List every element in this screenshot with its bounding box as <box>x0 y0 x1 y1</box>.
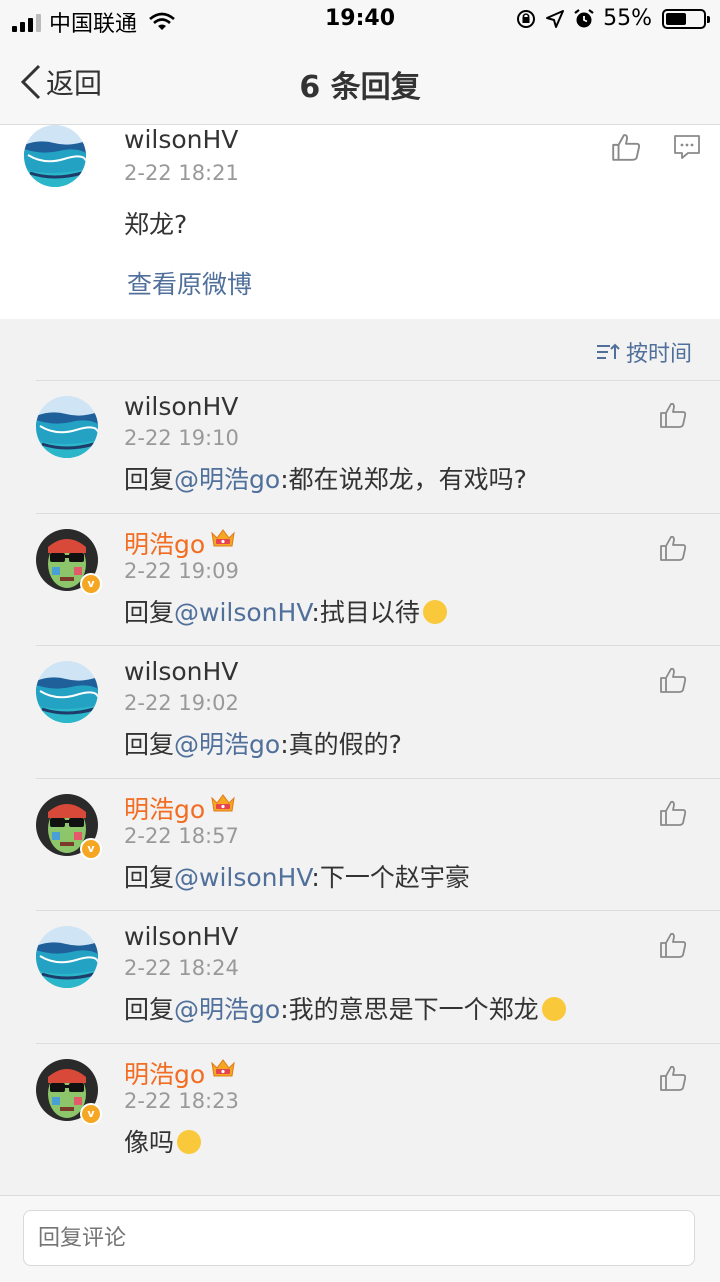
like-icon[interactable] <box>658 798 688 828</box>
verified-badge-icon: v <box>80 837 102 860</box>
mention-link[interactable]: @明浩go <box>174 730 280 759</box>
vip-crown-icon <box>210 792 236 814</box>
timestamp: 2-22 19:02 <box>124 691 239 715</box>
timestamp: 2-22 18:23 <box>124 1088 239 1113</box>
reply-body: 像吗 <box>124 1127 175 1157</box>
like-icon[interactable] <box>610 131 642 163</box>
timestamp: 2-22 18:57 <box>124 823 239 848</box>
reply-row: v 明浩go 2-22 19:09 回复@wilsonHV:拭目以待 <box>0 513 720 646</box>
mention-link[interactable]: @明浩go <box>174 465 280 494</box>
view-original-link[interactable]: 查看原微博 <box>127 265 252 301</box>
avatar[interactable] <box>36 926 98 988</box>
battery-percent: 55% <box>603 6 652 31</box>
reply-body: :下一个赵宇豪 <box>311 862 470 892</box>
avatar[interactable] <box>36 661 98 723</box>
timestamp: 2-22 19:09 <box>124 558 239 583</box>
rotation-lock-icon <box>517 9 536 28</box>
comment-icon[interactable] <box>672 133 702 161</box>
reply-prefix: 回复 <box>124 465 175 494</box>
username[interactable]: 明浩go <box>124 1055 205 1091</box>
smirk-emoji-icon <box>177 1129 202 1154</box>
reply-body: :都在说郑龙，有戏吗? <box>280 465 527 494</box>
avatar[interactable] <box>36 396 98 458</box>
page-title: 6 条回复 <box>299 70 421 105</box>
reply-body: :我的意思是下一个郑龙 <box>280 995 539 1024</box>
reply-text: 回复@明浩go:我的意思是下一个郑龙 <box>124 990 566 1026</box>
verified-badge-icon: v <box>80 572 102 595</box>
reply-bar <box>0 1195 720 1282</box>
battery-icon <box>662 8 710 29</box>
username[interactable]: wilsonHV <box>124 657 238 686</box>
vip-crown-icon <box>210 527 236 549</box>
reply-text: 像吗 <box>124 1123 202 1159</box>
like-icon[interactable] <box>658 533 688 563</box>
username[interactable]: 明浩go <box>124 790 205 826</box>
reply-text: 回复@明浩go:都在说郑龙，有戏吗? <box>124 460 527 496</box>
comment-text: 郑龙? <box>124 210 188 239</box>
status-bar: 中国联通 19:40 55% <box>0 0 720 40</box>
smile-emoji-icon <box>422 599 447 624</box>
reply-prefix: 回复 <box>124 862 175 892</box>
username[interactable]: wilsonHV <box>124 922 238 951</box>
laugh-emoji-icon <box>541 997 566 1021</box>
timestamp: 2-22 18:24 <box>124 956 239 980</box>
timestamp: 2-22 19:10 <box>124 426 239 450</box>
reply-prefix: 回复 <box>124 730 175 759</box>
alarm-icon <box>574 8 594 27</box>
sort-icon <box>596 343 620 359</box>
reply-row: wilsonHV 2-22 19:10 回复@明浩go:都在说郑龙，有戏吗? <box>0 380 720 513</box>
reply-text: 回复@明浩go:真的假的? <box>124 725 402 761</box>
reply-row: v 明浩go 2-22 18:23 像吗 <box>0 1043 720 1176</box>
mention-link[interactable]: @wilsonHV <box>174 863 311 892</box>
reply-prefix: 回复 <box>124 597 175 627</box>
verified-badge-icon: v <box>80 1102 102 1125</box>
like-icon[interactable] <box>658 665 688 695</box>
avatar[interactable] <box>24 125 86 187</box>
timestamp: 2-22 18:21 <box>124 161 239 185</box>
root-comment-card: wilsonHV 2-22 18:21 郑龙? 查看原微博 <box>0 125 720 319</box>
reply-row: wilsonHV 2-22 19:02 回复@明浩go:真的假的? <box>0 645 720 778</box>
vip-crown-icon <box>210 1057 236 1079</box>
reply-text: 回复@wilsonHV:拭目以待 <box>124 593 447 629</box>
mention-link[interactable]: @明浩go <box>174 995 280 1024</box>
reply-text: 回复@wilsonHV:下一个赵宇豪 <box>124 858 470 894</box>
sort-by-time-button[interactable]: 按时间 <box>596 336 692 368</box>
location-arrow-icon <box>546 9 565 28</box>
username[interactable]: wilsonHV <box>124 392 238 421</box>
status-right: 55% <box>515 6 710 31</box>
reply-body: :拭目以待 <box>311 597 420 627</box>
reply-body: :真的假的? <box>280 730 402 759</box>
reply-prefix: 回复 <box>124 995 175 1024</box>
sort-label: 按时间 <box>625 342 692 367</box>
battery-fill <box>666 12 686 25</box>
mention-link[interactable]: @wilsonHV <box>174 598 311 627</box>
reply-row: v 明浩go 2-22 18:57 回复@wilsonHV:下一个赵宇豪 <box>0 778 720 911</box>
like-icon[interactable] <box>658 400 688 430</box>
username[interactable]: wilsonHV <box>124 125 238 154</box>
like-icon[interactable] <box>658 1063 688 1093</box>
nav-bar: 返回 6 条回复 <box>0 40 720 125</box>
reply-row: wilsonHV 2-22 18:24 回复@明浩go:我的意思是下一个郑龙 <box>0 910 720 1043</box>
reply-input[interactable] <box>23 1210 695 1266</box>
like-icon[interactable] <box>658 930 688 960</box>
sort-row: 按时间 <box>0 320 720 380</box>
username[interactable]: 明浩go <box>124 525 205 561</box>
